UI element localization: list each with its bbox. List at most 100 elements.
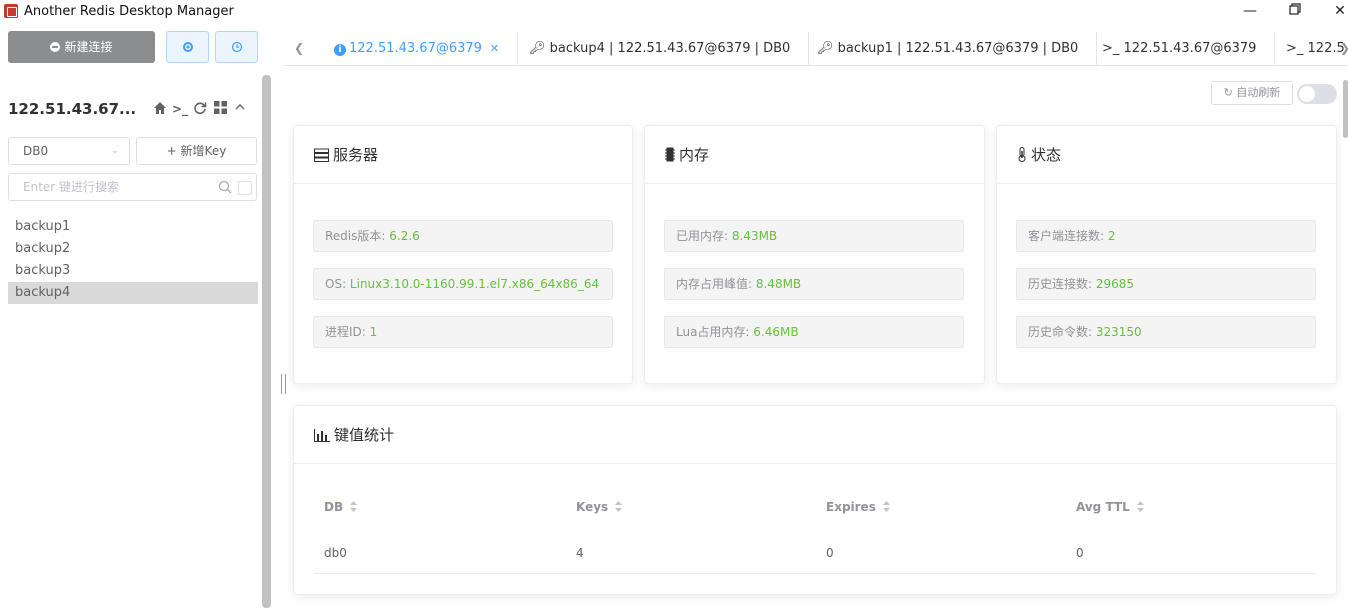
- sort-icon[interactable]: [614, 500, 623, 513]
- server-card: 服务器 Redis版本: 6.2.6 OS: Linux3.10.0-1160.…: [293, 125, 633, 384]
- close-window-icon[interactable]: ✕: [1330, 2, 1348, 22]
- commands-row: 历史命令数: 323150: [1016, 316, 1316, 348]
- minimize-icon[interactable]: —: [1240, 2, 1260, 22]
- tab-label: 122.51.43.67@6379: [349, 41, 482, 56]
- history-button[interactable]: [215, 31, 258, 63]
- window-title: Another Redis Desktop Manager: [24, 4, 234, 19]
- used-memory-row: 已用内存: 8.43MB: [664, 220, 964, 252]
- stat-value: 6.2.6: [389, 229, 420, 243]
- resize-handle[interactable]: [281, 374, 286, 394]
- clock-icon: [231, 41, 242, 53]
- search-icon[interactable]: [218, 180, 232, 194]
- tab-terminal-1[interactable]: >_ 122.51.43.67@6379: [1084, 32, 1276, 66]
- stat-value: 6.46MB: [753, 325, 799, 339]
- stat-value: 323150: [1095, 325, 1142, 339]
- status-card: 状态 客户端连接数: 2 历史连接数: 29685 历史命令数: 323150: [996, 125, 1337, 384]
- search-input[interactable]: Enter 键进行搜索: [8, 173, 257, 201]
- stat-value: 29685: [1095, 277, 1135, 291]
- column-header-keys[interactable]: Keys: [576, 500, 623, 514]
- server-card-title: 服务器: [333, 146, 379, 164]
- db-select[interactable]: DB0 ⌄: [8, 137, 130, 165]
- restore-icon[interactable]: [1285, 2, 1305, 22]
- tab-label: backup1 | 122.51.43.67@6379 | DB0: [837, 41, 1079, 56]
- stat-label: 历史命令数:: [1028, 325, 1096, 339]
- home-icon[interactable]: [152, 101, 168, 117]
- sort-icon[interactable]: [349, 500, 358, 513]
- key-item-backup1[interactable]: backup1: [8, 216, 258, 238]
- key-item-backup3[interactable]: backup3: [8, 260, 258, 282]
- chevron-down-icon: ⌄: [110, 145, 119, 156]
- status-card-title: 状态: [1031, 146, 1062, 164]
- stat-label: 内存占用峰值:: [676, 277, 756, 291]
- cell-expires: 0: [826, 546, 834, 560]
- keyspace-card-header: 键值统计: [294, 406, 1336, 464]
- stat-label: 已用内存:: [676, 229, 732, 243]
- cell-db: db0: [324, 546, 347, 560]
- sort-icon[interactable]: [882, 500, 891, 513]
- tab-label: >_ 122.5: [1286, 41, 1345, 56]
- memory-card-header: 内存: [645, 126, 984, 184]
- info-icon: i: [334, 44, 346, 56]
- pid-row: 进程ID: 1: [313, 316, 613, 348]
- tab-backup4[interactable]: 🔑︎ backup4 | 122.51.43.67@6379 | DB0: [511, 32, 810, 66]
- settings-button[interactable]: [166, 31, 209, 63]
- memory-chip-icon: [665, 147, 675, 162]
- tab-backup1[interactable]: 🔑︎ backup1 | 122.51.43.67@6379 | DB0: [799, 32, 1098, 66]
- stat-value: 2: [1107, 229, 1116, 243]
- table-row-divider: [314, 573, 1316, 574]
- app-logo-icon: [4, 4, 18, 18]
- stat-value: 8.43MB: [731, 229, 778, 243]
- lua-memory-row: Lua占用内存: 6.46MB: [664, 316, 964, 348]
- grid-icon[interactable]: [212, 101, 228, 117]
- key-list: backup1 backup2 backup3 backup4: [8, 216, 258, 304]
- column-header-label: Avg TTL: [1076, 500, 1130, 514]
- key-icon: 🔑︎: [529, 41, 546, 56]
- clients-row: 客户端连接数: 2: [1016, 220, 1316, 252]
- tab-label: backup4 | 122.51.43.67@6379 | DB0: [549, 41, 791, 56]
- key-item-backup4[interactable]: backup4: [8, 282, 258, 304]
- auto-refresh-toggle[interactable]: [1297, 84, 1337, 104]
- main-scrollbar[interactable]: [1343, 80, 1348, 138]
- exact-search-checkbox[interactable]: [238, 181, 252, 195]
- sort-icon[interactable]: [1136, 500, 1145, 513]
- stat-label: 进程ID:: [325, 325, 370, 339]
- keyspace-card: 键值统计: [293, 405, 1337, 595]
- column-header-label: Keys: [576, 500, 609, 514]
- auto-refresh-button[interactable]: ↻ 自动刷新: [1211, 81, 1293, 105]
- chevron-up-icon[interactable]: [232, 101, 248, 117]
- close-tab-icon[interactable]: ✕: [490, 42, 499, 55]
- column-header-db[interactable]: DB: [324, 500, 358, 514]
- stat-value: 8.48MB: [755, 277, 802, 291]
- new-connection-button[interactable]: 新建连接: [8, 31, 155, 63]
- db-select-value: DB0: [23, 144, 49, 158]
- bar-chart-icon: [314, 429, 330, 442]
- tab-label: >_ 122.51.43.67@6379: [1102, 41, 1257, 56]
- stat-label: Lua占用内存:: [676, 325, 754, 339]
- new-connection-label: 新建连接: [64, 40, 113, 54]
- auto-refresh-label: 自动刷新: [1236, 86, 1281, 99]
- search-placeholder: Enter 键进行搜索: [23, 180, 120, 194]
- terminal-icon[interactable]: >_: [172, 101, 188, 117]
- column-header-expires[interactable]: Expires: [826, 500, 891, 514]
- minus-circle-icon: [50, 42, 61, 52]
- tab-scroll-left-icon[interactable]: ❮: [294, 41, 304, 55]
- column-header-label: DB: [324, 500, 344, 514]
- tab-scroll-right-icon[interactable]: ❯: [1340, 41, 1348, 55]
- key-item-backup2[interactable]: backup2: [8, 238, 258, 260]
- status-card-header: 状态: [997, 126, 1336, 184]
- refresh-icon: ↻: [1223, 86, 1233, 99]
- stat-value: Linux3.10.0-1160.99.1.el7.x86_64x86_64: [349, 277, 600, 291]
- gear-icon: [182, 42, 193, 52]
- add-key-button[interactable]: + 新增Key: [136, 137, 257, 165]
- stat-label: 历史连接数:: [1028, 277, 1096, 291]
- tab-server-info[interactable]: i 122.51.43.67@6379 ✕: [316, 32, 519, 66]
- sidebar-scrollbar[interactable]: [262, 75, 271, 608]
- redis-version-row: Redis版本: 6.2.6: [313, 220, 613, 252]
- stat-label: OS:: [325, 277, 350, 291]
- server-icon: [314, 148, 329, 162]
- refresh-icon[interactable]: [192, 101, 208, 117]
- tab-terminal-2[interactable]: >_ 122.5: [1268, 32, 1348, 66]
- connection-name[interactable]: 122.51.43.67...: [8, 100, 136, 118]
- keyspace-card-title: 键值统计: [334, 426, 395, 444]
- column-header-avg-ttl[interactable]: Avg TTL: [1076, 500, 1145, 514]
